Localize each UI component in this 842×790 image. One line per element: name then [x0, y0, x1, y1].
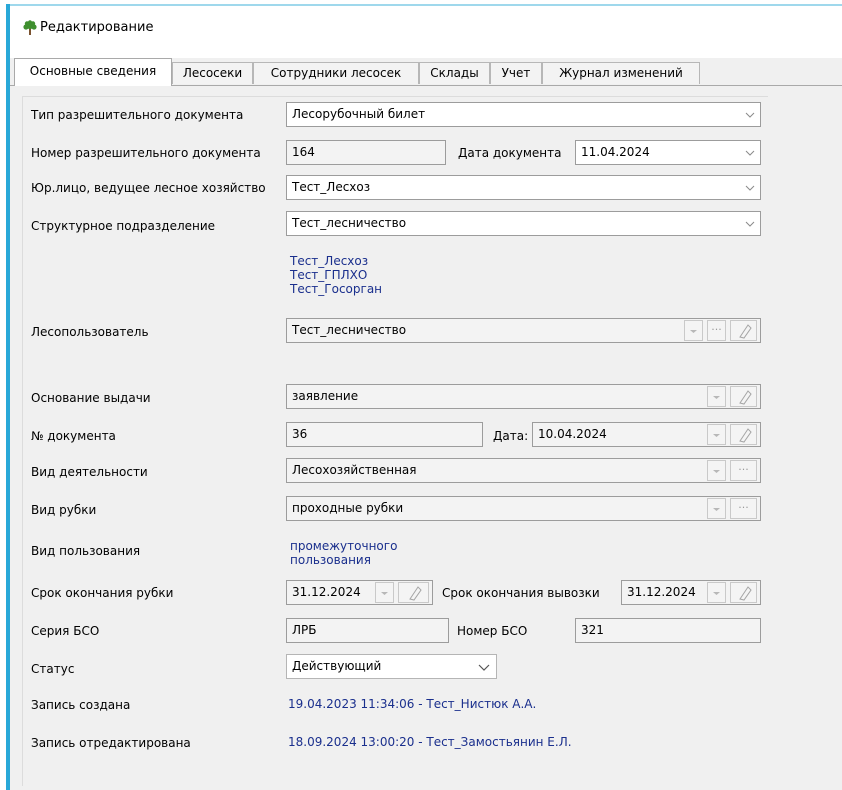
forest-user-browse-button[interactable]: ···: [707, 320, 726, 341]
doc-type-select[interactable]: Лесорубочный билет: [286, 102, 761, 127]
bso-number-label: Номер БСО: [457, 624, 528, 638]
doc-date-picker[interactable]: 11.04.2024: [575, 140, 761, 165]
felling-end-dropdown-button[interactable]: [375, 582, 394, 603]
removal-end-clear-button[interactable]: [730, 582, 757, 603]
created-label: Запись создана: [31, 698, 131, 712]
forest-user-label: Лесопользователь: [31, 325, 149, 339]
chevron-down-icon[interactable]: [476, 655, 492, 678]
tab-accounting[interactable]: Учет: [490, 62, 542, 84]
legal-entity-label: Юр.лицо, ведущее лесное хозяйство: [31, 181, 266, 195]
basis-date-clear-button[interactable]: [730, 424, 757, 445]
tab-main-info[interactable]: Основные сведения: [14, 58, 172, 86]
tab-cutting-area-staff[interactable]: Сотрудники лесосек: [253, 62, 419, 84]
chevron-down-icon: [713, 396, 720, 399]
tab-change-log[interactable]: Журнал изменений: [542, 62, 700, 84]
basis-doc-date-field[interactable]: 10.04.2024: [532, 422, 761, 447]
status-label: Статус: [31, 662, 75, 676]
tree-app-icon: [23, 20, 37, 35]
eraser-icon: [739, 428, 752, 443]
chevron-down-icon[interactable]: [742, 141, 758, 164]
felling-type-browse-button[interactable]: ···: [730, 498, 757, 519]
chevron-down-icon[interactable]: [742, 176, 758, 199]
doc-number-label: Номер разрешительного документа: [31, 146, 261, 160]
usage-type-value-line2: пользования: [290, 553, 371, 567]
doc-date-label: Дата документа: [458, 146, 562, 160]
chevron-down-icon: [381, 592, 388, 595]
basis-label: Основание выдачи: [31, 391, 151, 405]
basis-dropdown-button[interactable]: [707, 386, 726, 407]
chevron-down-icon: [713, 592, 720, 595]
chevron-down-icon: [713, 434, 720, 437]
felling-type-dropdown-button[interactable]: [707, 498, 726, 519]
org-link-leshoz[interactable]: Тест_Лесхоз: [290, 255, 368, 268]
legal-entity-select[interactable]: Тест_Лесхоз: [286, 175, 761, 200]
basis-date-dropdown-button[interactable]: [707, 424, 726, 445]
chevron-down-icon[interactable]: [742, 103, 758, 126]
felling-end-label: Срок окончания рубки: [31, 586, 174, 600]
forest-user-clear-button[interactable]: [730, 320, 757, 341]
bso-series-field[interactable]: ЛРБ: [286, 618, 449, 643]
eraser-icon: [739, 324, 752, 339]
edited-value: 18.09.2024 13:00:20 - Тест_Замостьянин Е…: [288, 735, 572, 749]
basis-field[interactable]: заявление: [286, 384, 761, 409]
basis-doc-number-field[interactable]: 36: [286, 422, 483, 447]
eraser-icon: [739, 390, 752, 405]
usage-type-value-line1: промежуточного: [290, 539, 398, 553]
org-link-gplho[interactable]: Тест_ГПЛХО: [290, 269, 367, 282]
activity-label: Вид деятельности: [31, 465, 148, 479]
edited-label: Запись отредактирована: [31, 736, 191, 750]
subdivision-select[interactable]: Тест_лесничество: [286, 211, 761, 236]
tab-cutting-areas[interactable]: Лесосеки: [172, 62, 253, 84]
bso-number-field[interactable]: 321: [575, 618, 761, 643]
usage-type-label: Вид пользования: [31, 544, 141, 558]
org-link-gosorgan[interactable]: Тест_Госорган: [290, 283, 382, 296]
felling-type-label: Вид рубки: [31, 503, 97, 517]
subdivision-label: Структурное подразделение: [31, 219, 216, 233]
eraser-icon: [739, 586, 752, 601]
activity-dropdown-button[interactable]: [707, 460, 726, 481]
doc-number-field[interactable]: 164: [286, 140, 446, 165]
felling-end-clear-button[interactable]: [398, 582, 429, 603]
basis-doc-number-label: № документа: [31, 429, 116, 443]
chevron-down-icon[interactable]: [742, 212, 758, 235]
chevron-down-icon: [713, 470, 720, 473]
bso-series-label: Серия БСО: [31, 624, 100, 638]
removal-end-label: Срок окончания вывозки: [442, 586, 600, 600]
basis-doc-date-label: Дата:: [493, 429, 529, 443]
eraser-icon: [409, 586, 422, 601]
removal-end-dropdown-button[interactable]: [707, 582, 726, 603]
window-title: Редактирование: [40, 20, 154, 35]
status-select[interactable]: Действующий: [286, 654, 497, 679]
created-value: 19.04.2023 11:34:06 - Тест_Нистюк А.А.: [288, 697, 537, 711]
doc-type-label: Тип разрешительного документа: [31, 108, 244, 122]
activity-browse-button[interactable]: ···: [730, 460, 757, 481]
tab-warehouses[interactable]: Склады: [419, 62, 490, 84]
chevron-down-icon: [690, 330, 697, 333]
forest-user-dropdown-button[interactable]: [684, 320, 703, 341]
basis-clear-button[interactable]: [730, 386, 757, 407]
activity-field[interactable]: Лесохозяйственная: [286, 458, 761, 483]
chevron-down-icon: [713, 508, 720, 511]
felling-type-field[interactable]: проходные рубки: [286, 496, 761, 521]
